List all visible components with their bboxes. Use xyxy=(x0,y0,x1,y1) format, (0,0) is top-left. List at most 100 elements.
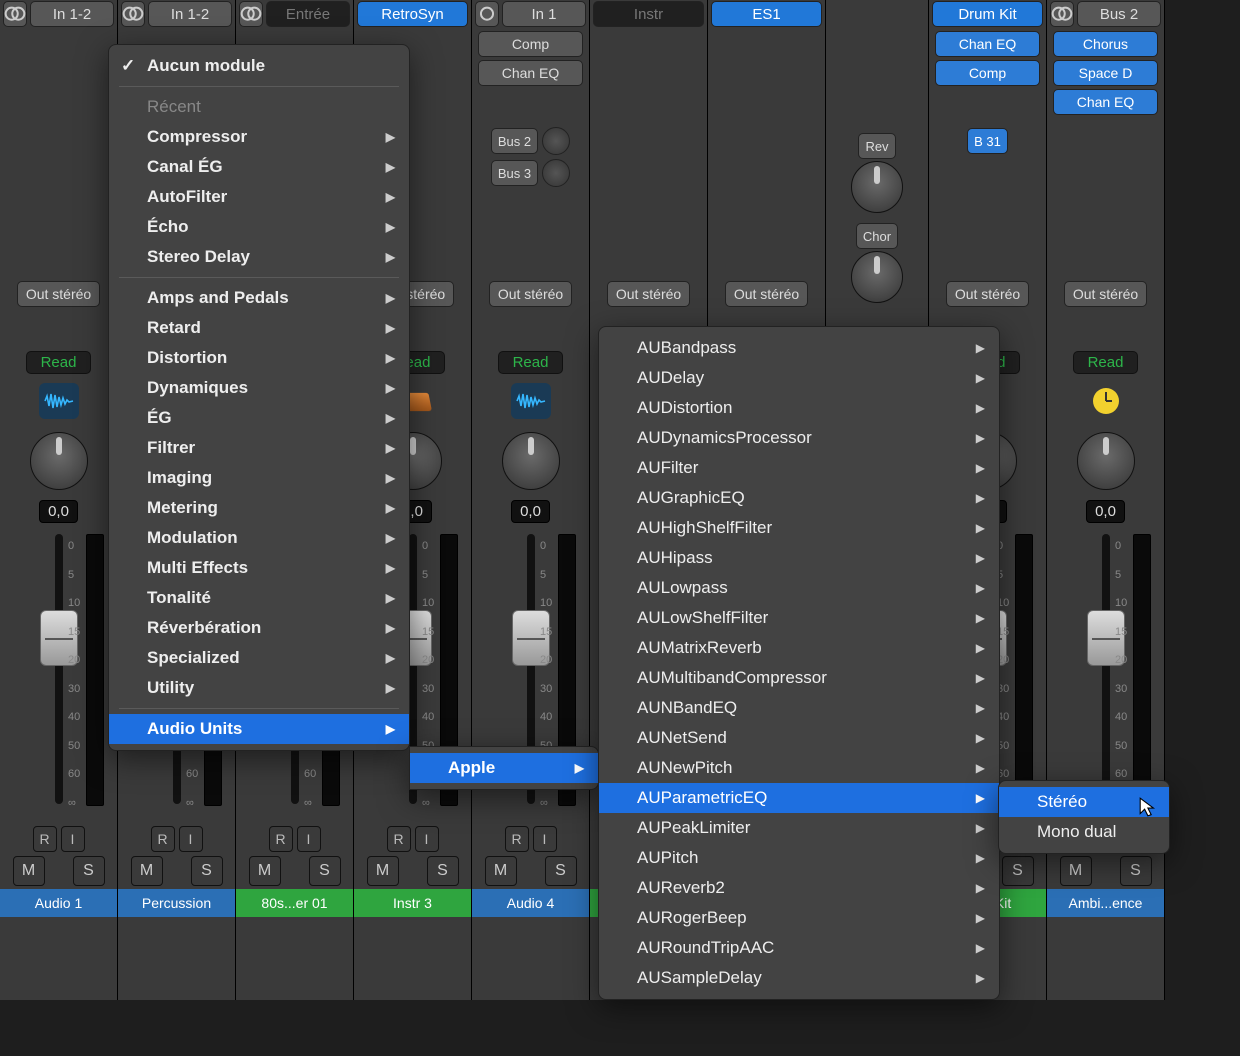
fader-track[interactable] xyxy=(55,534,63,804)
instrument-slot[interactable]: RetroSyn xyxy=(357,1,468,27)
menu-item-category[interactable]: Utility▶ xyxy=(109,673,409,703)
menu-item-au-plugin[interactable]: AUPitch▶ xyxy=(599,843,999,873)
input-monitor-button[interactable]: I xyxy=(415,826,439,852)
insert-slot[interactable]: Comp xyxy=(935,60,1040,86)
stereo-icon[interactable] xyxy=(3,1,27,27)
gain-readout[interactable]: 0,0 xyxy=(1086,500,1125,523)
menu-item-au-plugin[interactable]: AUDynamicsProcessor▶ xyxy=(599,423,999,453)
insert-slot[interactable]: Chan EQ xyxy=(1053,89,1158,115)
track-name[interactable]: 80s...er 01 xyxy=(236,889,353,917)
automation-mode-button[interactable]: Read xyxy=(498,351,564,374)
menu-item-au-plugin[interactable]: AUNewPitch▶ xyxy=(599,753,999,783)
output-selector[interactable]: Out stéréo xyxy=(1064,281,1147,307)
input-monitor-button[interactable]: I xyxy=(533,826,557,852)
track-name[interactable]: Instr 3 xyxy=(354,889,471,917)
menu-item-audio-units[interactable]: Audio Units ▶ xyxy=(109,714,409,744)
send-knob[interactable] xyxy=(542,159,570,187)
insert-slot[interactable]: Comp xyxy=(478,31,583,57)
plugin-menu[interactable]: ✓ Aucun module Récent Compressor▶Canal É… xyxy=(108,44,410,751)
menu-item-recent[interactable]: Écho▶ xyxy=(109,212,409,242)
stereo-icon[interactable] xyxy=(121,1,145,27)
send-knob[interactable] xyxy=(851,251,903,303)
menu-item-au-plugin[interactable]: AUMultibandCompressor▶ xyxy=(599,663,999,693)
menu-item-au-plugin[interactable]: AUMatrixReverb▶ xyxy=(599,633,999,663)
track-name[interactable]: Audio 4 xyxy=(472,889,589,917)
send-slot[interactable]: B 31 xyxy=(967,128,1008,154)
record-enable-button[interactable]: R xyxy=(269,826,293,852)
menu-item-au-plugin[interactable]: AULowpass▶ xyxy=(599,573,999,603)
output-selector[interactable]: Out stéréo xyxy=(17,281,100,307)
solo-button[interactable]: S xyxy=(545,856,577,886)
mute-button[interactable]: M xyxy=(131,856,163,886)
fader-track[interactable] xyxy=(1102,534,1110,804)
menu-item-au-plugin[interactable]: AUBandpass▶ xyxy=(599,333,999,363)
track-name[interactable]: Percussion xyxy=(118,889,235,917)
menu-item-au-plugin[interactable]: AURogerBeep▶ xyxy=(599,903,999,933)
insert-slot[interactable]: Space D xyxy=(1053,60,1158,86)
input-selector[interactable]: Bus 2 xyxy=(1077,1,1161,27)
menu-item-au-plugin[interactable]: AURoundTripAAC▶ xyxy=(599,933,999,963)
solo-button[interactable]: S xyxy=(1002,856,1034,886)
menu-item-au-plugin[interactable]: AUNBandEQ▶ xyxy=(599,693,999,723)
menu-item-category[interactable]: Specialized▶ xyxy=(109,643,409,673)
menu-item-category[interactable]: Filtrer▶ xyxy=(109,433,409,463)
menu-item-category[interactable]: Réverbération▶ xyxy=(109,613,409,643)
menu-item-no-plugin[interactable]: ✓ Aucun module xyxy=(109,51,409,81)
mute-button[interactable]: M xyxy=(1060,856,1092,886)
automation-mode-button[interactable]: Read xyxy=(1073,351,1139,374)
stereo-icon[interactable] xyxy=(239,1,263,27)
input-monitor-button[interactable]: I xyxy=(297,826,321,852)
send-slot[interactable]: Rev xyxy=(858,133,895,159)
menu-item-category[interactable]: Multi Effects▶ xyxy=(109,553,409,583)
menu-item-category[interactable]: Imaging▶ xyxy=(109,463,409,493)
track-icon[interactable] xyxy=(39,383,79,419)
input-selector[interactable]: In 1 xyxy=(502,1,586,27)
output-selector[interactable]: Out stéréo xyxy=(725,281,808,307)
output-selector[interactable]: Out stéréo xyxy=(946,281,1029,307)
send-knob[interactable] xyxy=(542,127,570,155)
record-enable-button[interactable]: R xyxy=(33,826,57,852)
instrument-slot[interactable]: Drum Kit xyxy=(932,1,1043,27)
menu-item-au-plugin[interactable]: AUNetSend▶ xyxy=(599,723,999,753)
automation-mode-button[interactable]: Read xyxy=(26,351,92,374)
pan-knob[interactable] xyxy=(502,432,560,490)
menu-item-recent[interactable]: Stereo Delay▶ xyxy=(109,242,409,272)
menu-item-recent[interactable]: Canal ÉG▶ xyxy=(109,152,409,182)
mute-button[interactable]: M xyxy=(367,856,399,886)
send-slot[interactable]: Bus 2 xyxy=(491,128,538,154)
solo-button[interactable]: S xyxy=(309,856,341,886)
gain-readout[interactable]: 0,0 xyxy=(39,500,78,523)
record-enable-button[interactable]: R xyxy=(505,826,529,852)
menu-item-au-plugin[interactable]: AUHipass▶ xyxy=(599,543,999,573)
menu-item-format[interactable]: Mono dual xyxy=(999,817,1169,847)
solo-button[interactable]: S xyxy=(1120,856,1152,886)
menu-item-category[interactable]: ÉG▶ xyxy=(109,403,409,433)
menu-item-au-plugin[interactable]: AUHighShelfFilter▶ xyxy=(599,513,999,543)
input-monitor-button[interactable]: I xyxy=(61,826,85,852)
insert-slot[interactable]: Chan EQ xyxy=(935,31,1040,57)
track-icon[interactable] xyxy=(1093,388,1119,414)
menu-item-au-plugin[interactable]: AUSampleDelay▶ xyxy=(599,963,999,993)
menu-item-category[interactable]: Tonalité▶ xyxy=(109,583,409,613)
track-name[interactable]: Ambi...ence xyxy=(1047,889,1164,917)
vendor-submenu[interactable]: Apple ▶ xyxy=(409,746,599,790)
send-slot[interactable]: Chor xyxy=(856,223,898,249)
solo-button[interactable]: S xyxy=(73,856,105,886)
menu-item-apple[interactable]: Apple ▶ xyxy=(410,753,598,783)
insert-slot[interactable]: Chan EQ xyxy=(478,60,583,86)
track-icon[interactable] xyxy=(511,383,551,419)
input-monitor-button[interactable]: I xyxy=(179,826,203,852)
record-enable-button[interactable]: R xyxy=(151,826,175,852)
input-selector[interactable]: Entrée xyxy=(266,1,350,27)
menu-item-category[interactable]: Modulation▶ xyxy=(109,523,409,553)
menu-item-category[interactable]: Retard▶ xyxy=(109,313,409,343)
menu-item-au-plugin[interactable]: AULowShelfFilter▶ xyxy=(599,603,999,633)
gain-readout[interactable]: 0,0 xyxy=(511,500,550,523)
menu-item-recent[interactable]: AutoFilter▶ xyxy=(109,182,409,212)
pan-knob[interactable] xyxy=(30,432,88,490)
solo-button[interactable]: S xyxy=(427,856,459,886)
menu-item-recent[interactable]: Compressor▶ xyxy=(109,122,409,152)
menu-item-category[interactable]: Metering▶ xyxy=(109,493,409,523)
menu-item-au-plugin[interactable]: AUParametricEQ▶ xyxy=(599,783,999,813)
menu-item-category[interactable]: Amps and Pedals▶ xyxy=(109,283,409,313)
